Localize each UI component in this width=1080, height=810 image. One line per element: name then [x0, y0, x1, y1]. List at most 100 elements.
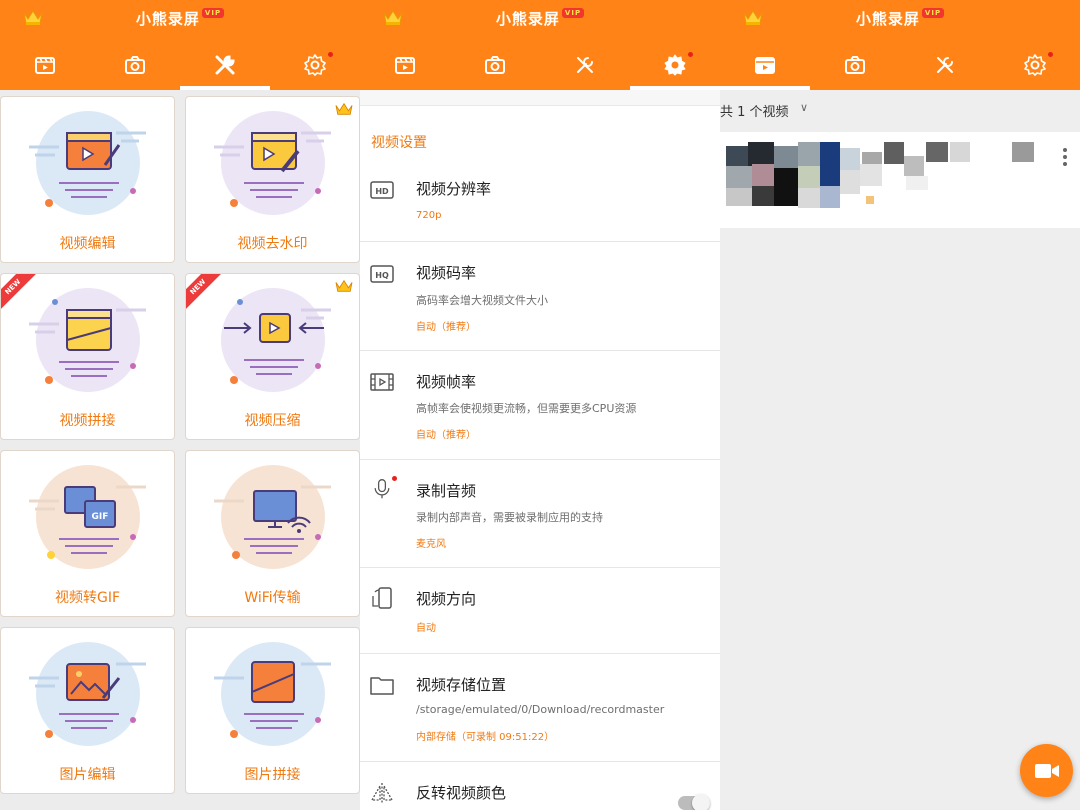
vip-badge: VIP: [201, 8, 225, 18]
video-count-bar[interactable]: 共 1 个视频 ∨: [720, 90, 1080, 130]
vip-crown-icon: [335, 279, 353, 292]
app-title: 小熊录屏 VIP: [360, 8, 720, 29]
setting-name: 反转视频颜色: [416, 784, 507, 802]
setting-name: 视频存储位置: [416, 676, 507, 694]
tab-settings[interactable]: [630, 44, 720, 90]
setting-desc: 录制内部声音，需要被录制应用的支持: [416, 511, 603, 524]
setting-invert-colors[interactable]: 反转视频颜色: [360, 762, 720, 810]
notification-dot: [688, 52, 693, 57]
vip-badge: VIP: [921, 8, 945, 18]
video-list-icon: [755, 57, 775, 74]
tool-label: 图片编辑: [59, 767, 116, 783]
app-title: 小熊录屏 VIP: [720, 8, 1080, 29]
video-list-icon: [35, 57, 55, 74]
record-button[interactable]: [1020, 744, 1073, 797]
video-to-gif-icon: GIF: [29, 485, 146, 559]
tool-label: 图片拼接: [244, 767, 301, 783]
tool-video-edit[interactable]: 视频编辑: [0, 96, 175, 263]
setting-orientation[interactable]: 视频方向 自动: [360, 568, 720, 654]
tab-screenshot[interactable]: [450, 44, 540, 86]
tool-label: 视频压缩: [244, 413, 301, 429]
tab-videos[interactable]: [360, 44, 450, 86]
tool-wifi-transfer[interactable]: WiFi传输: [185, 450, 360, 617]
video-camera-icon: [1034, 763, 1059, 778]
tab-screenshot[interactable]: [810, 44, 900, 86]
app-title: 小熊录屏 VIP: [0, 8, 360, 29]
hd-icon: HD: [370, 181, 394, 199]
setting-resolution[interactable]: HD 视频分辨率 720p: [360, 166, 720, 242]
notification-dot: [392, 476, 397, 481]
image-edit-icon: [29, 662, 146, 738]
invert-color-icon: [370, 783, 394, 803]
setting-name: 视频帧率: [416, 373, 477, 391]
settings-screen: 小熊录屏 VIP 视频设置 HD 视频分辨率 720p HQ 视频码率 高码率会…: [360, 0, 720, 810]
settings-gear-icon: [304, 54, 326, 76]
tool-image-edit[interactable]: 图片编辑: [0, 627, 175, 794]
app-header: 小熊录屏 VIP: [360, 0, 720, 90]
video-list-icon: [395, 57, 415, 74]
app-screens: 小熊录屏 VIP 视频编辑 视频去水印 NEW 视频拼接 NEW 视频压缩 GI…: [0, 0, 1080, 810]
section-title: 视频设置: [371, 135, 427, 151]
tool-video-to-gif[interactable]: GIF 视频转GIF: [0, 450, 175, 617]
tools-icon: [215, 55, 235, 75]
invert-colors-toggle[interactable]: [678, 794, 710, 810]
app-header: 小熊录屏 VIP: [720, 0, 1080, 90]
more-options-icon[interactable]: [1062, 146, 1068, 168]
tab-videos[interactable]: [0, 44, 90, 86]
microphone-icon: [374, 479, 390, 499]
vip-badge: VIP: [561, 8, 585, 18]
tool-image-join[interactable]: 图片拼接: [185, 627, 360, 794]
setting-record-audio[interactable]: 录制音频 录制内部声音，需要被录制应用的支持 麦克风: [360, 460, 720, 568]
tab-tools[interactable]: [180, 44, 270, 90]
active-tab-indicator: [180, 86, 270, 90]
setting-storage-location[interactable]: 视频存储位置 /storage/emulated/0/Download/reco…: [360, 654, 720, 762]
vip-crown-icon: [335, 102, 353, 115]
folder-icon: [370, 677, 394, 695]
setting-value: 麦克风: [416, 539, 446, 550]
gif-text: GIF: [92, 512, 109, 522]
tool-label: 视频编辑: [59, 236, 116, 252]
tab-settings[interactable]: [270, 44, 360, 86]
tool-label: 视频拼接: [59, 413, 116, 429]
tab-videos[interactable]: [720, 44, 810, 90]
tools-screen: 小熊录屏 VIP 视频编辑 视频去水印 NEW 视频拼接 NEW 视频压缩 GI…: [0, 0, 360, 810]
film-icon: [370, 373, 394, 391]
remove-watermark-icon: [214, 131, 331, 207]
setting-bitrate[interactable]: HQ 视频码率 高码率会增大视频文件大小 自动（推荐）: [360, 242, 720, 351]
tool-video-join[interactable]: NEW 视频拼接: [0, 273, 175, 440]
tool-label: WiFi传输: [244, 590, 301, 606]
setting-name: 视频码率: [416, 264, 477, 282]
camera-icon: [125, 56, 145, 74]
app-header: 小熊录屏 VIP: [0, 0, 360, 90]
setting-value: 720p: [416, 210, 442, 221]
main-tabs: [720, 44, 1080, 90]
sheet-handle: [360, 90, 720, 106]
tool-remove-watermark[interactable]: 视频去水印: [185, 96, 360, 263]
setting-name: 视频分辨率: [416, 180, 492, 198]
tab-tools[interactable]: [900, 44, 990, 86]
setting-value: 自动: [416, 623, 436, 634]
hq-icon: HQ: [370, 265, 394, 283]
tools-icon: [937, 57, 953, 73]
tool-label: 视频转GIF: [54, 590, 121, 606]
settings-gear-icon: [1024, 54, 1046, 76]
videos-screen: 小熊录屏 VIP 共 1 个视频 ∨: [720, 0, 1080, 810]
svg-text:HQ: HQ: [375, 271, 389, 280]
setting-value: 内部存储（可录制 09:51:22）: [416, 732, 555, 743]
tab-screenshot[interactable]: [90, 44, 180, 86]
wifi-transfer-icon: [214, 485, 331, 559]
tab-tools[interactable]: [540, 44, 630, 86]
video-count: 共 1 个视频: [720, 105, 789, 120]
setting-desc: /storage/emulated/0/Download/recordmaste…: [416, 703, 665, 716]
setting-framerate[interactable]: 视频帧率 高帧率会使视频更流畅，但需要更多CPU资源 自动（推荐）: [360, 351, 720, 460]
svg-text:HD: HD: [375, 187, 389, 196]
tool-video-compress[interactable]: NEW 视频压缩: [185, 273, 360, 440]
tool-label: 视频去水印: [237, 236, 308, 252]
notification-dot: [328, 52, 333, 57]
tab-settings[interactable]: [990, 44, 1080, 86]
video-item[interactable]: [720, 132, 1080, 228]
video-thumbnail: [726, 142, 1034, 208]
setting-name: 录制音频: [416, 482, 477, 500]
chevron-down-icon: ∨: [800, 101, 809, 114]
video-edit-icon: [29, 131, 146, 207]
